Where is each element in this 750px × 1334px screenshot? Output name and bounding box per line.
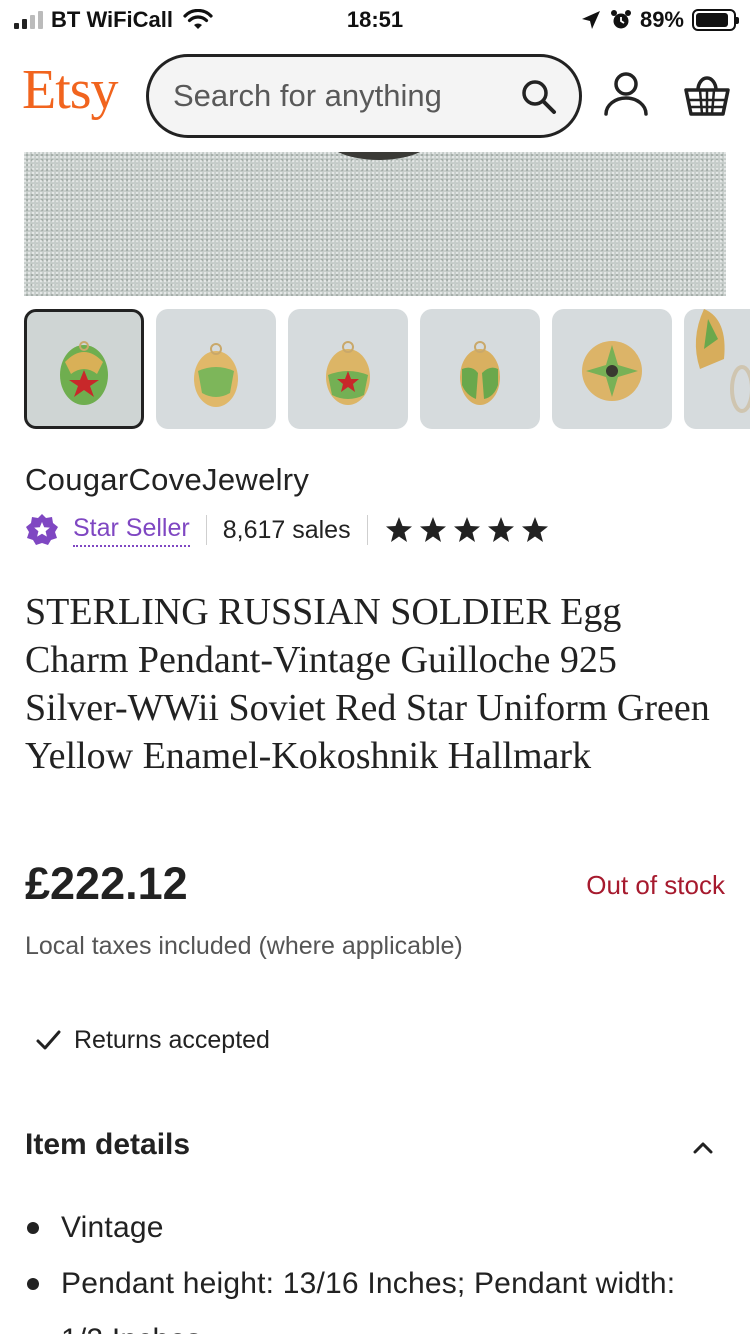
app-header: Etsy — [0, 40, 750, 152]
item-details-heading: Item details — [25, 1128, 191, 1161]
sales-count: 8,617 sales — [222, 515, 351, 544]
divider — [366, 515, 368, 545]
thumbnail-3[interactable] — [288, 309, 408, 429]
checkmark-icon — [36, 1030, 61, 1050]
etsy-logo[interactable]: Etsy — [22, 58, 119, 122]
star-icon — [419, 517, 446, 542]
seller-info-row: Star Seller 8,617 sales — [25, 508, 550, 552]
status-right: 89% — [580, 6, 739, 34]
product-pendant-bottom — [324, 152, 434, 160]
search-bar[interactable] — [146, 54, 582, 138]
list-item: Pendant height: 13/16 Inches; Pendant wi… — [25, 1256, 725, 1334]
rating-stars[interactable] — [384, 515, 550, 545]
star-icon — [453, 517, 480, 542]
basket-icon[interactable] — [682, 70, 732, 120]
star-icon — [487, 517, 514, 542]
taxes-note: Local taxes included (where applicable) — [25, 932, 463, 960]
user-icon[interactable] — [600, 68, 652, 120]
battery-fill — [696, 13, 729, 27]
item-details-toggle[interactable]: Item details — [25, 1128, 725, 1168]
location-icon — [581, 11, 600, 29]
search-input[interactable] — [173, 71, 503, 121]
battery-icon — [692, 9, 739, 31]
returns-info: Returns accepted — [34, 1022, 270, 1058]
thumbnail-6[interactable] — [684, 309, 750, 429]
item-details-list: Vintage Pendant height: 13/16 Inches; Pe… — [25, 1200, 725, 1334]
star-icon — [521, 517, 548, 542]
returns-label: Returns accepted — [74, 1025, 270, 1054]
status-bar: BT WiFiCall 18:51 89% — [0, 0, 750, 40]
star-icon — [385, 517, 412, 542]
shop-name[interactable]: CougarCoveJewelry — [25, 462, 309, 498]
thumbnail-2[interactable] — [156, 309, 276, 429]
price: £222.12 — [25, 858, 188, 909]
star-seller-badge-icon — [26, 514, 58, 545]
thumbnail-strip[interactable] — [24, 309, 750, 429]
listing-title: STERLING RUSSIAN SOLDIER Egg Charm Penda… — [25, 591, 710, 777]
product-main-image[interactable] — [24, 152, 726, 296]
star-seller-link[interactable]: Star Seller — [73, 513, 190, 547]
list-item: Vintage — [25, 1200, 725, 1256]
thumbnail-4[interactable] — [420, 309, 540, 429]
divider — [205, 515, 207, 545]
chevron-up-icon[interactable] — [691, 1136, 715, 1160]
battery-percent: 89% — [639, 7, 684, 32]
stock-status: Out of stock — [586, 870, 725, 900]
search-icon[interactable] — [519, 77, 559, 117]
alarm-icon — [610, 10, 631, 29]
thumbnail-5[interactable] — [552, 309, 672, 429]
thumbnail-1[interactable] — [24, 309, 144, 429]
